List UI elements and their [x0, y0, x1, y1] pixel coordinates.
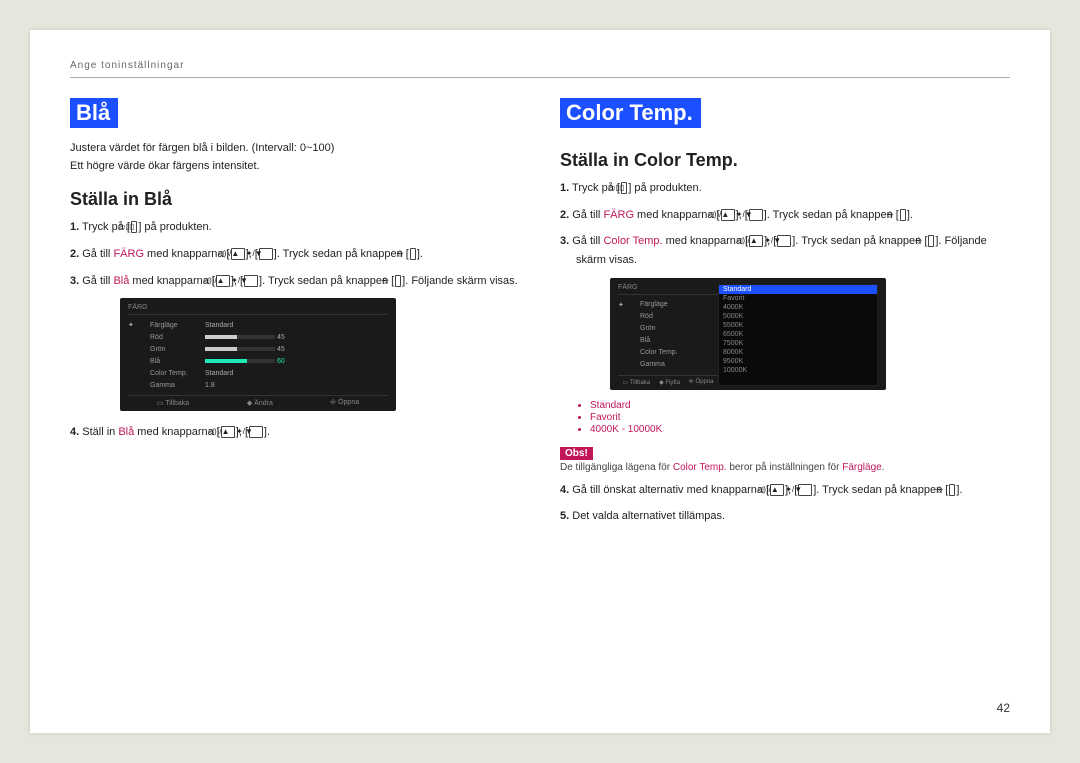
- updown-icon: ◁))/▲: [221, 426, 235, 438]
- note-text: De tillgängliga lägena för Color Temp. b…: [560, 462, 1010, 473]
- steps-right: 1. Tryck på [▭▯▯] på produkten. 2. Gå ti…: [560, 179, 1010, 270]
- subhead-ct: Ställa in Color Temp.: [560, 150, 1010, 171]
- menu-icon: ▭▯▯: [131, 221, 137, 233]
- section-title-ct: Color Temp.: [560, 98, 701, 128]
- enter-icon: ⎆: [928, 235, 934, 247]
- subhead-bla: Ställa in Blå: [70, 189, 520, 210]
- step-r5: 5. Det valda alternativet tillämpas.: [560, 507, 1010, 526]
- step-1: 1. Tryck på [▭▯▯] på produkten.: [70, 218, 520, 237]
- bullet-standard: Standard: [590, 400, 1010, 411]
- step-3: 3. Gå till Blå med knapparna [◁))/▲], [✦…: [70, 272, 520, 291]
- ct-options-list: Standard Favorit 4000K 5000K 5500K 6500K…: [718, 284, 878, 386]
- right-column: Color Temp. Ställa in Color Temp. 1. Try…: [560, 98, 1010, 534]
- ct-bullets: Standard Favorit 4000K - 10000K: [560, 400, 1010, 435]
- step-r1: 1. Tryck på [▭▯▯] på produkten.: [560, 179, 1010, 198]
- columns: Blå Justera värdet för färgen blå i bild…: [70, 98, 1010, 534]
- updown-icon: ◁))/▲: [216, 275, 230, 287]
- step-2: 2. Gå till FÄRG med knapparna [◁))/▲], […: [70, 245, 520, 264]
- intro-line-2: Ett högre värde ökar färgens intensitet.: [70, 160, 260, 172]
- leftright-icon: ✦/▼: [777, 235, 791, 247]
- steps-right-cont: 4. Gå till önskat alternativ med knappar…: [560, 481, 1010, 526]
- updown-icon: ◁))/▲: [721, 209, 735, 221]
- step-4: 4. Ställ in Blå med knapparna [◁))/▲], […: [70, 423, 520, 442]
- page-header: Ange toninställningar: [70, 60, 1010, 78]
- step-r3: 3. Gå till Color Temp. med knapparna [◁)…: [560, 232, 1010, 269]
- page: Ange toninställningar Blå Justera värdet…: [30, 30, 1050, 733]
- bullet-favorit: Favorit: [590, 412, 1010, 423]
- menu-icon: ▭▯▯: [621, 182, 627, 194]
- enter-icon: ⎆: [900, 209, 906, 221]
- page-number: 42: [997, 701, 1010, 715]
- osd-title: FÄRG: [128, 304, 388, 315]
- note-label: Obs!: [560, 447, 593, 460]
- steps-left-cont: 4. Ställ in Blå med knapparna [◁))/▲], […: [70, 423, 520, 442]
- leftright-icon: ✦/▼: [244, 275, 258, 287]
- intro-text: Justera värdet för färgen blå i bilden. …: [70, 140, 520, 175]
- osd-title: FÄRG: [618, 284, 718, 295]
- leftright-icon: ✦/▼: [249, 426, 263, 438]
- leftright-icon: ✦/▼: [259, 248, 273, 260]
- enter-icon: ⎆: [395, 275, 401, 287]
- leftright-icon: ✦/▼: [749, 209, 763, 221]
- steps-left: 1. Tryck på [▭▯▯] på produkten. 2. Gå ti…: [70, 218, 520, 290]
- updown-icon: ◁))/▲: [749, 235, 763, 247]
- bullet-range: 4000K - 10000K: [590, 424, 1010, 435]
- osd-screenshot-ct: FÄRG ✦Färgläge Röd Grön Blå Color Temp. …: [610, 278, 886, 390]
- section-title-bla: Blå: [70, 98, 118, 128]
- step-r2: 2. Gå till FÄRG med knapparna [◁))/▲], […: [560, 206, 1010, 225]
- leftright-icon: ✦/▼: [798, 484, 812, 496]
- updown-icon: ◁))/▲: [231, 248, 245, 260]
- osd-screenshot-bla: FÄRG ✦FärglägeStandard Röd 45 Grön 45 Bl…: [120, 298, 396, 411]
- updown-icon: ◁))/▲: [770, 484, 784, 496]
- enter-icon: ⎆: [410, 248, 416, 260]
- enter-icon: ⎆: [949, 484, 955, 496]
- left-column: Blå Justera värdet för färgen blå i bild…: [70, 98, 520, 534]
- intro-line-1: Justera värdet för färgen blå i bilden. …: [70, 142, 334, 154]
- step-r4: 4. Gå till önskat alternativ med knappar…: [560, 481, 1010, 500]
